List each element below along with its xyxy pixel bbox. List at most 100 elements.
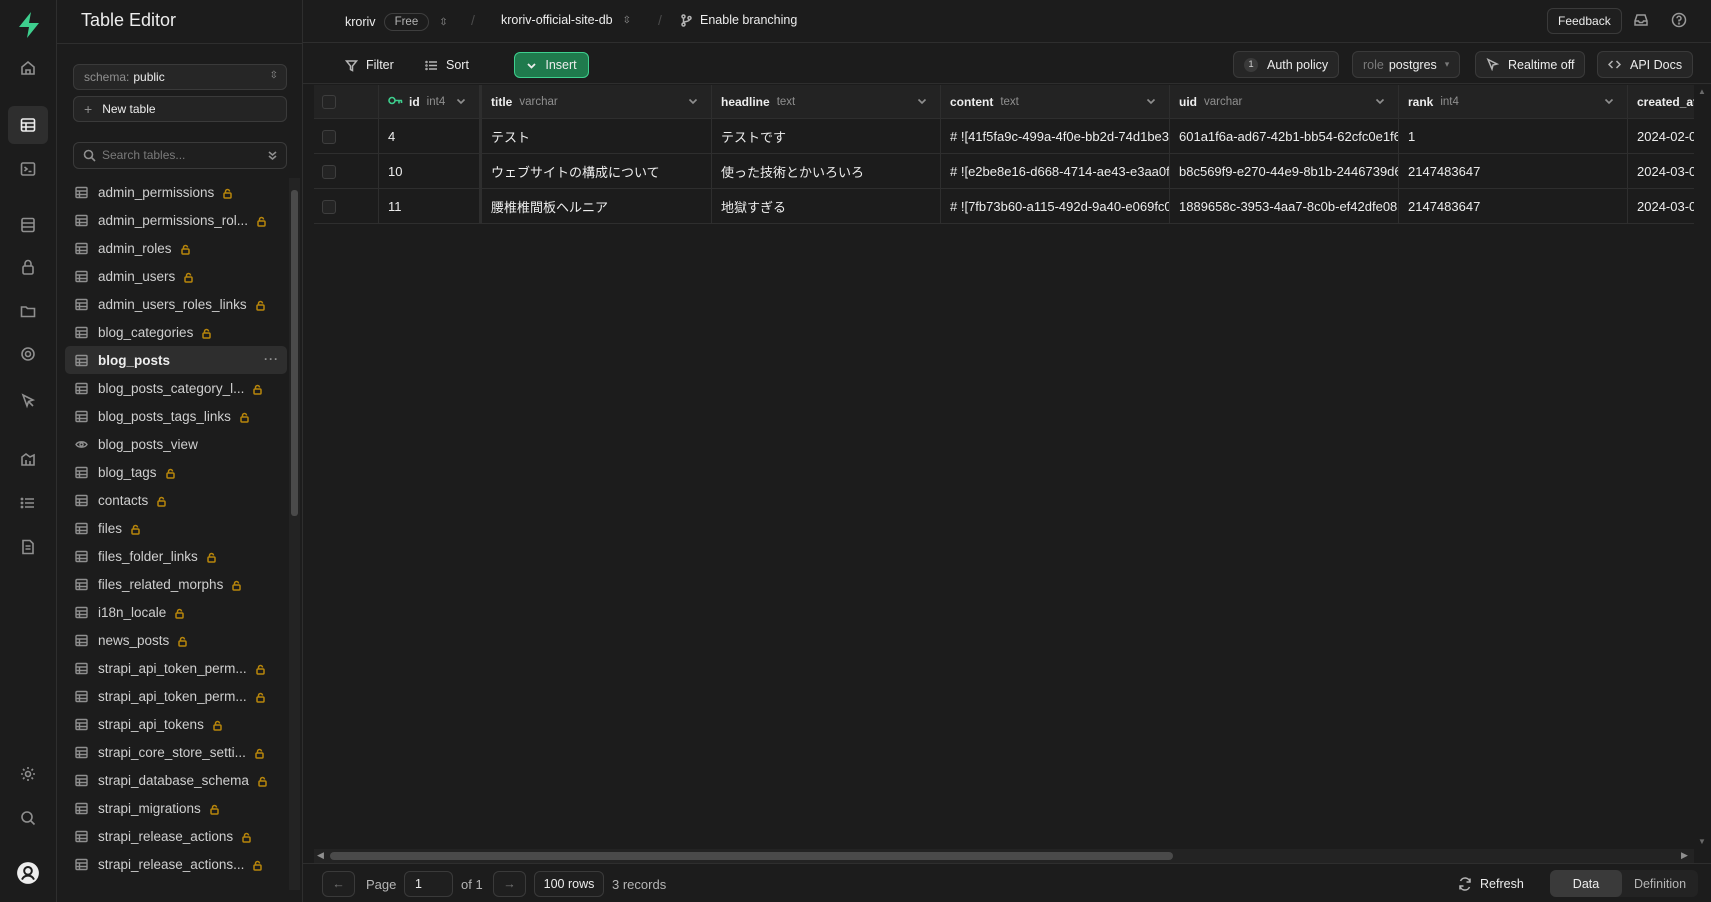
sidebar-table-item[interactable]: news_posts	[65, 626, 287, 654]
page-number-input[interactable]	[404, 871, 453, 897]
rows-per-page-button[interactable]: 100 rows	[534, 871, 604, 897]
tab-definition[interactable]: Definition	[1622, 870, 1698, 897]
sidebar-table-item[interactable]: strapi_api_token_perm...	[65, 682, 287, 710]
scroll-down-arrow-icon[interactable]: ▼	[1698, 837, 1706, 846]
row-checkbox[interactable]	[322, 165, 336, 179]
table-editor-icon[interactable]	[8, 106, 48, 144]
chevron-down-icon[interactable]	[916, 95, 928, 107]
select-all-checkbox[interactable]	[322, 95, 336, 109]
row-checkbox[interactable]	[322, 200, 336, 214]
chevron-down-icon[interactable]	[687, 95, 699, 107]
cell-title[interactable]: ウェブサイトの構成について	[482, 154, 712, 189]
storage-icon[interactable]	[13, 296, 43, 326]
search-icon[interactable]	[13, 803, 43, 833]
cell-uid[interactable]: 601a1f6a-ad67-42b1-bb54-62cfc0e1f6c7	[1170, 119, 1399, 154]
sidebar-table-item[interactable]: blog_posts_category_l...	[65, 374, 287, 402]
cell-created_at[interactable]: 2024-03-02	[1628, 154, 1694, 189]
column-header-content[interactable]: content text	[941, 85, 1170, 119]
next-page-button[interactable]: →	[493, 871, 526, 897]
table-row[interactable]: 10 ウェブサイトの構成について 使った技術とかいろいろ # ![e2be8e16-d…	[314, 154, 1694, 189]
cell-created_at[interactable]: 2024-02-04	[1628, 119, 1694, 154]
cell-headline[interactable]: 使った技術とかいろいろ	[712, 154, 941, 189]
column-header-id[interactable]: id int4	[379, 85, 482, 119]
sql-editor-icon[interactable]	[13, 154, 43, 184]
enable-branching-button[interactable]: Enable branching	[680, 13, 797, 27]
cell-title[interactable]: 腰椎椎間板ヘルニア	[482, 189, 712, 224]
sidebar-table-item[interactable]: files	[65, 514, 287, 542]
cell-content[interactable]: # ![7fb73b60-a115-492d-9a40-e069fc005	[941, 189, 1170, 224]
settings-icon[interactable]	[13, 759, 43, 789]
new-table-button[interactable]: + New table	[73, 96, 287, 122]
refresh-button[interactable]: Refresh	[1458, 877, 1524, 891]
tab-data[interactable]: Data	[1550, 870, 1622, 897]
sidebar-table-item[interactable]: blog_posts_view	[65, 430, 287, 458]
cell-uid[interactable]: 1889658c-3953-4aa7-8c0b-ef42dfe085a1	[1170, 189, 1399, 224]
chevron-down-icon[interactable]	[1374, 95, 1386, 107]
row-checkbox[interactable]	[322, 130, 336, 144]
sidebar-table-item[interactable]: blog_posts_tags_links	[65, 402, 287, 430]
sidebar-table-item[interactable]: i18n_locale	[65, 598, 287, 626]
sidebar-table-item[interactable]: admin_permissions_rol...	[65, 206, 287, 234]
scroll-left-arrow-icon[interactable]: ◀	[317, 850, 324, 861]
chevron-down-icon[interactable]	[1145, 95, 1157, 107]
sidebar-table-item[interactable]: contacts	[65, 486, 287, 514]
horizontal-scrollbar[interactable]: ◀ ▶	[314, 849, 1694, 863]
cell-content[interactable]: # ![e2be8e16-d668-4714-ae43-e3aa0f1a47	[941, 154, 1170, 189]
cell-headline[interactable]: テストです	[712, 119, 941, 154]
sidebar-table-item[interactable]: blog_tags	[65, 458, 287, 486]
sidebar-table-item[interactable]: strapi_core_store_setti...	[65, 738, 287, 766]
sort-button[interactable]: Sort	[425, 52, 469, 78]
cell-id[interactable]: 10	[379, 154, 482, 189]
more-options-icon[interactable]: ···	[264, 352, 279, 366]
scroll-up-arrow-icon[interactable]: ▲	[1698, 87, 1706, 96]
search-tables-input[interactable]	[102, 148, 262, 162]
chevron-down-icon[interactable]	[1603, 95, 1615, 107]
sidebar-scrollbar-thumb[interactable]	[291, 190, 298, 516]
table-row[interactable]: 4 テスト テストです # ![41f5fa9c-499a-4f0e-bb2d-74d…	[314, 119, 1694, 154]
sidebar-table-item[interactable]: files_folder_links	[65, 542, 287, 570]
horizontal-scrollbar-thumb[interactable]	[330, 852, 1173, 860]
supabase-logo-icon[interactable]	[14, 10, 44, 40]
sidebar-table-item[interactable]: admin_users_roles_links	[65, 290, 287, 318]
database-icon[interactable]	[13, 210, 43, 240]
insert-button[interactable]: Insert	[514, 52, 589, 78]
sidebar-table-item[interactable]: blog_posts ···	[65, 346, 287, 374]
sidebar-table-item[interactable]: blog_categories	[65, 318, 287, 346]
sidebar-table-item[interactable]: strapi_api_token_perm...	[65, 654, 287, 682]
sidebar-table-item[interactable]: strapi_database_schema	[65, 766, 287, 794]
realtime-icon[interactable]	[13, 339, 43, 369]
sidebar-table-item[interactable]: strapi_migrations	[65, 794, 287, 822]
inbox-icon[interactable]	[1633, 12, 1651, 30]
sidebar-table-item[interactable]: admin_permissions	[65, 178, 287, 206]
user-avatar-icon[interactable]	[13, 858, 43, 888]
cell-uid[interactable]: b8c569f9-e270-44e9-8b1b-2446739d608	[1170, 154, 1399, 189]
auth-policy-button[interactable]: 1 Auth policy	[1233, 51, 1340, 78]
reports-icon[interactable]	[13, 444, 43, 474]
filter-chevrons-icon[interactable]	[266, 149, 279, 162]
vertical-scrollbar[interactable]: ▲ ▼	[1694, 85, 1711, 849]
project-selector[interactable]: kroriv-official-site-db ⇳	[501, 13, 631, 27]
sidebar-table-item[interactable]: admin_roles	[65, 234, 287, 262]
column-header-created_at[interactable]: created_at	[1628, 85, 1694, 119]
docs-icon[interactable]	[13, 532, 43, 562]
cell-id[interactable]: 4	[379, 119, 482, 154]
realtime-button[interactable]: Realtime off	[1475, 51, 1586, 78]
cell-rank[interactable]: 1	[1399, 119, 1628, 154]
org-selector[interactable]: kroriv Free ⇳	[345, 13, 448, 31]
sidebar-table-item[interactable]: strapi_release_actions...	[65, 850, 287, 878]
column-header-headline[interactable]: headline text	[712, 85, 941, 119]
schema-selector[interactable]: schema: public ⇳	[73, 64, 287, 90]
api-docs-button[interactable]: API Docs	[1597, 51, 1694, 78]
scroll-right-arrow-icon[interactable]: ▶	[1681, 850, 1688, 861]
cell-id[interactable]: 11	[379, 189, 482, 224]
auth-lock-icon[interactable]	[13, 252, 43, 282]
column-header-rank[interactable]: rank int4	[1399, 85, 1628, 119]
sidebar-scrollbar[interactable]	[289, 178, 300, 890]
edge-functions-icon[interactable]	[13, 386, 43, 416]
column-header-uid[interactable]: uid varchar	[1170, 85, 1399, 119]
chevron-down-icon[interactable]	[455, 95, 467, 107]
sidebar-table-item[interactable]: strapi_api_tokens	[65, 710, 287, 738]
help-icon[interactable]	[1671, 12, 1689, 30]
cell-created_at[interactable]: 2024-03-04	[1628, 189, 1694, 224]
cell-rank[interactable]: 2147483647	[1399, 189, 1628, 224]
